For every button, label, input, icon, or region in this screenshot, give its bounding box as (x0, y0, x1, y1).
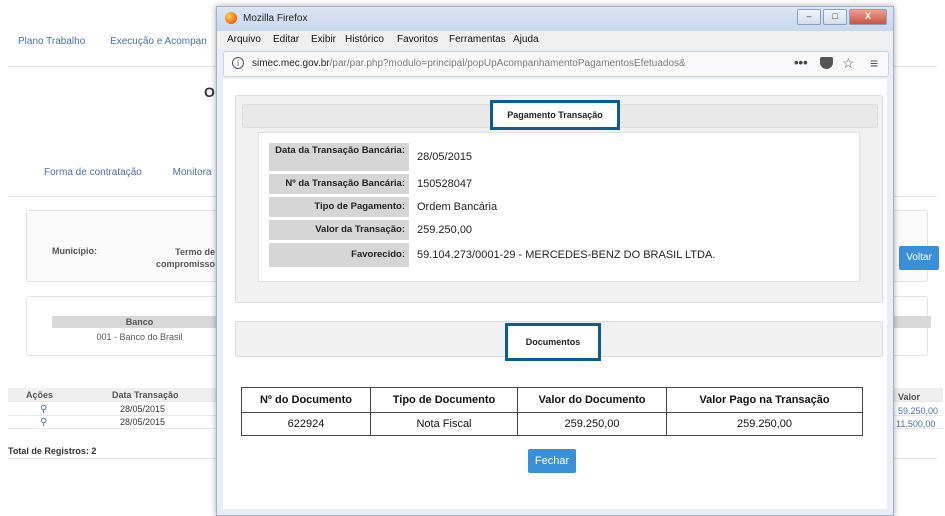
col-valor-pago: Valor Pago na Transação (666, 387, 863, 413)
col-tipo-documento: Tipo de Documento (370, 387, 518, 413)
field-label-favorecido: Favorecido: (269, 243, 409, 267)
url-path: /par/par.php?modulo=principal/popUpAcomp… (329, 58, 686, 69)
banco-value: 001 - Banco do Brasil (96, 332, 183, 342)
field-label-tipo: Tipo de Pagamento: (269, 197, 409, 217)
menu-arquivo[interactable]: Arquivo (227, 34, 261, 45)
total-registros: Total de Registros: 2 (8, 446, 97, 456)
field-label-valor: Valor da Transação: (269, 220, 409, 240)
section-title-documentos: Documentos (505, 323, 601, 361)
menu-ferramentas[interactable]: Ferramentas (449, 34, 506, 45)
page-heading-fragment: O (204, 84, 215, 100)
cell-valor-documento: 259.250,00 (517, 412, 667, 436)
menu-bar: Arquivo Editar Exibir Histórico Favorito… (217, 31, 893, 49)
menu-exibir[interactable]: Exibir (311, 34, 336, 45)
tab-forma-contratacao[interactable]: Forma de contratação (44, 167, 142, 178)
field-value-tipo: Ordem Bancária (417, 201, 498, 213)
view-icon[interactable]: ⚲ (40, 404, 47, 415)
pagamento-transacao-panel: Pagamento Transação Data da Transação Ba… (235, 95, 883, 303)
grid-cell-data: 28/05/2015 (120, 404, 166, 414)
termo-label: Termo de compromisso (155, 247, 215, 269)
grid-header-data: Data Transação (112, 390, 179, 400)
bookmark-star-icon[interactable]: ☆ (842, 55, 855, 72)
cell-tipo-documento: Nota Fiscal (370, 412, 518, 436)
url-text[interactable]: simec.mec.gov.br/par/par.php?modulo=prin… (252, 58, 788, 69)
table-header-row: Nº do Documento Tipo de Documento Valor … (241, 387, 863, 413)
firefox-popup-window: Mozilla Firefox – □ X Arquivo Editar Exi… (216, 6, 894, 516)
field-label-numero: Nº da Transação Bancária: (269, 174, 409, 194)
col-numero-documento: Nº do Documento (241, 387, 371, 413)
grid-header-acoes: Ações (26, 390, 54, 400)
title-bar[interactable]: Mozilla Firefox – □ X (217, 7, 893, 31)
background-nav: Plano Trabalho Execução e Acompan (18, 36, 229, 47)
hamburger-menu-icon[interactable]: ≡ (870, 55, 878, 71)
popup-content: Pagamento Transação Data da Transação Ba… (223, 79, 887, 509)
documents-table: Nº do Documento Tipo de Documento Valor … (241, 387, 863, 436)
grid-cell-data: 28/05/2015 (120, 417, 166, 427)
pocket-icon[interactable] (820, 57, 833, 69)
table-row: 622924 Nota Fiscal 259.250,00 259.250,00 (241, 412, 863, 436)
close-window-button[interactable]: X (849, 9, 887, 25)
fechar-button[interactable]: Fechar (528, 449, 576, 473)
section-title-pagamento: Pagamento Transação (490, 100, 620, 130)
field-value-data: 28/05/2015 (417, 151, 473, 163)
voltar-button[interactable]: Voltar (899, 246, 939, 270)
menu-editar[interactable]: Editar (273, 34, 299, 45)
field-value-numero: 150528047 (417, 178, 473, 190)
info-icon[interactable]: i (232, 57, 244, 69)
url-host: simec.mec.gov.br (252, 58, 330, 69)
transaction-details: Data da Transação Bancária: 28/05/2015 N… (258, 132, 860, 282)
menu-favoritos[interactable]: Favoritos (397, 34, 438, 45)
grid-cell-valor[interactable]: 59.250,00 (898, 406, 938, 416)
grid-cell-valor[interactable]: 11.500,00 (896, 419, 935, 429)
background-tabs: Forma de contratação Monitora (44, 167, 240, 178)
tab-monitoramento[interactable]: Monitora (173, 167, 212, 178)
nav-execucao[interactable]: Execução e Acompan (110, 36, 207, 47)
view-icon[interactable]: ⚲ (40, 417, 47, 428)
cell-numero-documento: 622924 (241, 412, 371, 436)
minimize-button[interactable]: – (797, 9, 821, 25)
nav-plano-trabalho[interactable]: Plano Trabalho (18, 36, 85, 47)
col-valor-documento: Valor do Documento (517, 387, 667, 413)
field-value-valor: 259.250,00 (417, 224, 473, 236)
window-title: Mozilla Firefox (243, 13, 308, 24)
more-actions-icon[interactable]: ••• (794, 55, 808, 70)
url-bar[interactable]: i simec.mec.gov.br/par/par.php?modulo=pr… (223, 51, 889, 77)
firefox-icon (225, 12, 237, 24)
field-label-data: Data da Transação Bancária: (269, 143, 409, 171)
field-value-favorecido: 59.104.273/0001-29 - MERCEDES-BENZ DO BR… (417, 249, 716, 261)
maximize-button[interactable]: □ (823, 9, 847, 25)
banco-header: Banco (52, 316, 227, 328)
menu-historico[interactable]: Histórico (345, 34, 384, 45)
cell-valor-pago: 259.250,00 (666, 412, 863, 436)
menu-ajuda[interactable]: Ajuda (513, 34, 539, 45)
grid-header-valor: Valor (898, 392, 921, 402)
window-controls: – □ X (795, 9, 887, 25)
municipio-label: Município: (52, 246, 97, 256)
